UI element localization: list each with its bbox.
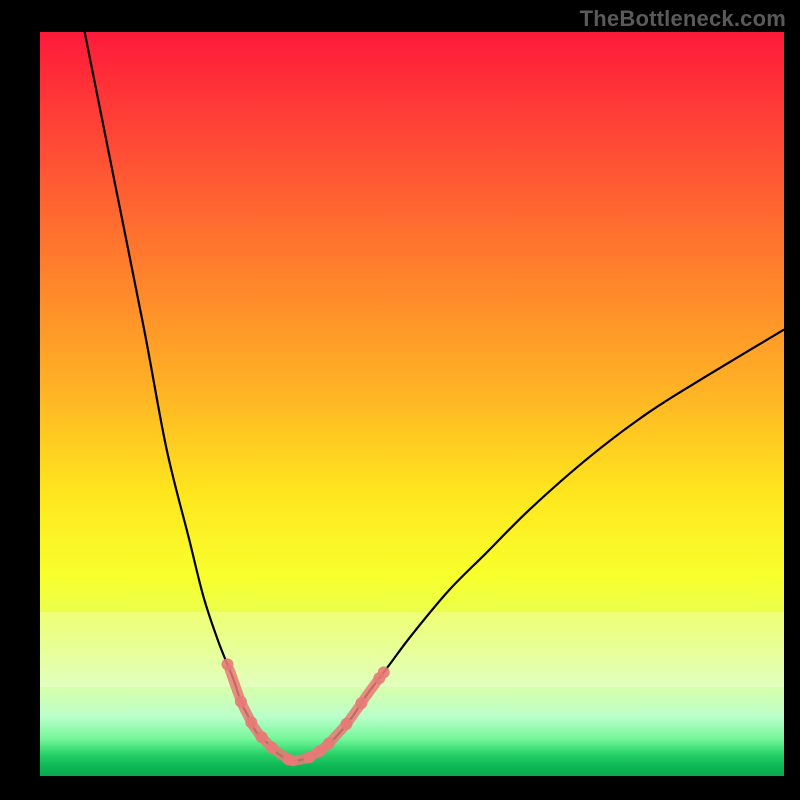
chart-svg <box>40 32 784 776</box>
curve-left <box>85 32 293 761</box>
highlight-dot <box>235 696 247 708</box>
highlight-segment <box>230 670 240 697</box>
chart-frame: TheBottleneck.com <box>0 0 800 800</box>
highlight-dot <box>323 738 335 750</box>
highlight-segment <box>364 682 376 698</box>
highlight-dot <box>245 716 257 728</box>
data-point-highlights <box>221 658 389 765</box>
highlight-dot <box>355 697 367 709</box>
highlight-dot <box>283 753 295 765</box>
highlight-dot <box>303 751 315 763</box>
highlight-dot <box>256 731 268 743</box>
highlight-dot <box>221 658 233 670</box>
highlight-dot <box>266 742 278 754</box>
watermark-text: TheBottleneck.com <box>580 6 786 32</box>
highlight-dot <box>378 666 390 678</box>
highlight-dot <box>341 718 353 730</box>
plot-area <box>40 32 784 776</box>
